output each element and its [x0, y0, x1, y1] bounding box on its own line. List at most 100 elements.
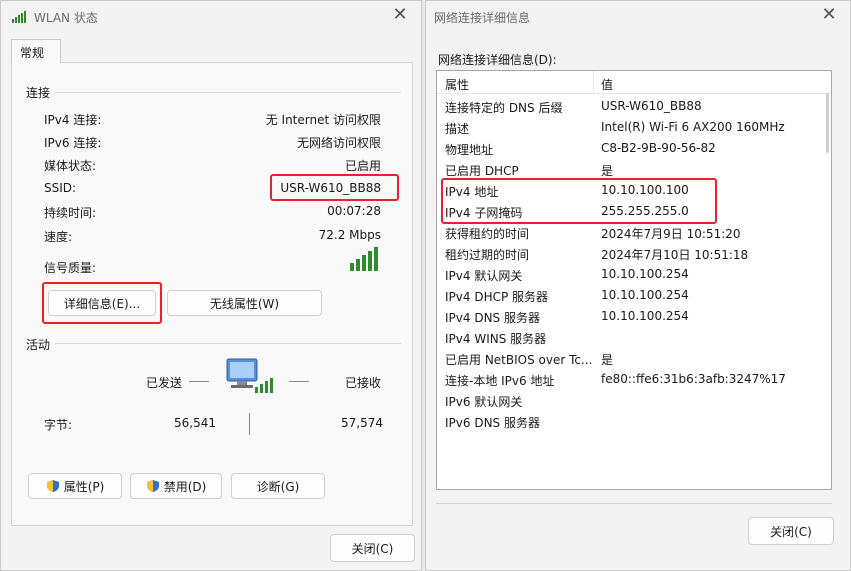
- bytes-sent-value: 56,541: [174, 416, 216, 430]
- property-value: 10.10.100.254: [601, 309, 689, 323]
- column-header-property[interactable]: 属性: [445, 76, 469, 93]
- property-value: C8-B2-9B-90-56-82: [601, 141, 716, 155]
- sent-line: [189, 381, 209, 382]
- divider: [55, 92, 401, 93]
- list-item[interactable]: 物理地址 C8-B2-9B-90-56-82: [437, 138, 831, 159]
- property-value: USR-W610_BB88: [601, 99, 702, 113]
- property-value: 255.255.255.0: [601, 204, 689, 218]
- property-value: 是: [601, 164, 614, 178]
- uac-shield-icon: [46, 480, 59, 492]
- ipv6-connectivity-label: IPv6 连接:: [44, 136, 102, 150]
- list-item[interactable]: IPv4 子网掩码 255.255.255.0: [437, 201, 831, 222]
- details-listview[interactable]: 属性 值 连接特定的 DNS 后缀 USR-W610_BB88 描述 Intel(R…: [436, 70, 832, 490]
- list-item[interactable]: 租约过期的时间 2024年7月10日 10:51:18: [437, 243, 831, 264]
- property-name: 已启用 DHCP: [445, 164, 519, 178]
- network-details-window: 网络连接详细信息 ✕ 网络连接详细信息(D): 属性 值 连接特定的 DNS 后…: [425, 0, 851, 571]
- property-name: IPv4 子网掩码: [445, 206, 523, 220]
- ipv4-connectivity-value: 无 Internet 访问权限: [265, 113, 381, 127]
- sent-label: 已发送: [146, 376, 183, 390]
- close-icon[interactable]: ✕: [816, 3, 842, 29]
- window-title: 网络连接详细信息: [434, 11, 531, 25]
- property-name: 连接特定的 DNS 后缀: [445, 101, 563, 115]
- list-item[interactable]: IPv4 默认网关 10.10.100.254: [437, 264, 831, 285]
- property-name: 已启用 NetBIOS over Tc...: [445, 353, 593, 367]
- property-name: 描述: [445, 122, 470, 136]
- properties-button[interactable]: 属性(P): [28, 473, 122, 499]
- disable-button-label: 禁用(D): [163, 479, 207, 494]
- list-item[interactable]: 已启用 DHCP 是: [437, 159, 831, 180]
- property-name: 连接-本地 IPv6 地址: [445, 374, 555, 388]
- close-button[interactable]: 关闭(C): [748, 517, 834, 545]
- property-name: IPv4 DNS 服务器: [445, 311, 540, 325]
- property-value: 2024年7月9日 10:51:20: [601, 227, 741, 241]
- column-header-value[interactable]: 值: [601, 76, 613, 93]
- ipv6-connectivity-value: 无网络访问权限: [296, 136, 381, 150]
- list-item[interactable]: IPv4 DHCP 服务器 10.10.100.254: [437, 285, 831, 306]
- media-state-label: 媒体状态:: [44, 159, 97, 173]
- divider: [436, 503, 832, 504]
- bytes-divider: [249, 413, 250, 435]
- speed-label: 速度:: [44, 230, 73, 244]
- property-name: IPv4 地址: [445, 185, 499, 199]
- wifi-signal-icon: [12, 11, 28, 23]
- close-icon[interactable]: ✕: [387, 3, 413, 29]
- list-item[interactable]: 连接特定的 DNS 后缀 USR-W610_BB88: [437, 96, 831, 117]
- activity-section-title: 活动: [26, 338, 51, 352]
- media-state-value: 已启用: [344, 159, 381, 173]
- list-item[interactable]: 获得租约的时间 2024年7月9日 10:51:20: [437, 222, 831, 243]
- diagnose-button[interactable]: 诊断(G): [231, 473, 325, 499]
- column-separator[interactable]: [593, 71, 594, 93]
- property-name: 租约过期的时间: [445, 248, 530, 262]
- list-item[interactable]: IPv4 WINS 服务器: [437, 327, 831, 348]
- list-item[interactable]: IPv4 DNS 服务器 10.10.100.254: [437, 306, 831, 327]
- divider: [55, 343, 401, 344]
- property-value: 10.10.100.100: [601, 183, 689, 197]
- titlebar: WLAN 状态 ✕: [1, 1, 421, 33]
- disable-button[interactable]: 禁用(D): [130, 473, 222, 499]
- duration-label: 持续时间:: [44, 206, 97, 220]
- wireless-properties-button[interactable]: 无线属性(W): [167, 290, 322, 316]
- details-button[interactable]: 详细信息(E)...: [48, 290, 156, 316]
- received-label: 已接收: [345, 376, 382, 390]
- property-name: IPv6 DNS 服务器: [445, 416, 540, 430]
- property-value: 是: [601, 353, 614, 367]
- ssid-label: SSID:: [44, 181, 77, 195]
- duration-value: 00:07:28: [327, 204, 381, 218]
- listview-header: 属性 值: [437, 71, 831, 94]
- list-item[interactable]: 已启用 NetBIOS over Tc... 是: [437, 348, 831, 369]
- list-item[interactable]: 连接-本地 IPv6 地址 fe80::ffe6:31b6:3afb:3247%1…: [437, 369, 831, 390]
- list-item[interactable]: IPv4 地址 10.10.100.100: [437, 180, 831, 201]
- connection-section-title: 连接: [26, 86, 51, 100]
- list-item[interactable]: 描述 Intel(R) Wi-Fi 6 AX200 160MHz: [437, 117, 831, 138]
- wlan-status-window: WLAN 状态 ✕ 常规 连接 IPv4 连接: 无 Internet 访问权限…: [0, 0, 422, 571]
- list-item[interactable]: IPv6 默认网关: [437, 390, 831, 411]
- details-list-label: 网络连接详细信息(D):: [438, 53, 557, 67]
- bytes-label: 字节:: [44, 418, 73, 432]
- property-value: 2024年7月10日 10:51:18: [601, 248, 749, 262]
- titlebar: 网络连接详细信息 ✕: [426, 1, 850, 33]
- received-line: [289, 381, 309, 382]
- property-value: 10.10.100.254: [601, 288, 689, 302]
- signal-bars-icon: [350, 247, 382, 271]
- property-name: IPv6 默认网关: [445, 395, 523, 409]
- network-computer-icon: [226, 358, 273, 393]
- signal-quality-label: 信号质量:: [44, 261, 97, 275]
- list-item[interactable]: IPv6 DNS 服务器: [437, 411, 831, 432]
- tab-general[interactable]: 常规: [11, 39, 61, 63]
- property-name: 获得租约的时间: [445, 227, 530, 241]
- properties-button-label: 属性(P): [63, 479, 105, 494]
- speed-value: 72.2 Mbps: [318, 228, 381, 242]
- property-name: 物理地址: [445, 143, 494, 157]
- ipv4-connectivity-label: IPv4 连接:: [44, 113, 102, 127]
- property-name: IPv4 WINS 服务器: [445, 332, 547, 346]
- property-name: IPv4 默认网关: [445, 269, 523, 283]
- window-title: WLAN 状态: [34, 11, 98, 25]
- uac-shield-icon: [146, 480, 159, 492]
- property-value: fe80::ffe6:31b6:3afb:3247%17: [601, 372, 786, 386]
- property-name: IPv4 DHCP 服务器: [445, 290, 549, 304]
- close-button[interactable]: 关闭(C): [330, 534, 415, 562]
- property-value: Intel(R) Wi-Fi 6 AX200 160MHz: [601, 120, 785, 134]
- ssid-value: USR-W610_BB88: [280, 181, 381, 195]
- bytes-received-value: 57,574: [341, 416, 383, 430]
- property-value: 10.10.100.254: [601, 267, 689, 281]
